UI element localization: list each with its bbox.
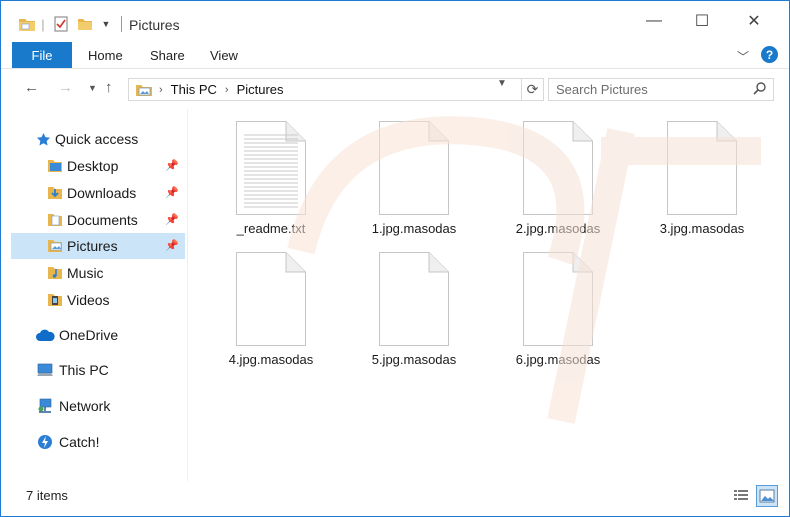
sidebar-item-label: Catch! xyxy=(59,434,100,450)
music-folder-icon xyxy=(47,265,63,281)
cloud-icon xyxy=(35,327,55,343)
tab-home[interactable]: Home xyxy=(88,48,123,63)
file-item[interactable]: 4.jpg.masodas xyxy=(201,242,341,367)
file-name: 5.jpg.masodas xyxy=(371,352,457,367)
documents-folder-icon xyxy=(47,212,63,228)
properties-icon[interactable] xyxy=(51,14,71,34)
explorer-window: | ▼ Pictures — ☐ ✕ File Home Share View … xyxy=(0,0,790,517)
file-item[interactable]: 3.jpg.masodas xyxy=(632,111,772,236)
title-separator xyxy=(121,16,122,32)
pictures-folder-icon xyxy=(47,238,63,254)
file-name: 6.jpg.masodas xyxy=(515,352,601,367)
up-arrow-icon[interactable]: ↑ xyxy=(105,79,113,96)
sidebar-item-this-pc[interactable]: This PC xyxy=(35,357,209,383)
close-button[interactable]: ✕ xyxy=(731,1,777,41)
file-name: 1.jpg.masodas xyxy=(371,221,457,236)
file-name: 4.jpg.masodas xyxy=(228,352,314,367)
navigation-row: ← → ▼ ↑ › This PC › Pictures ▼ ⟳ xyxy=(1,70,789,108)
sidebar-item-pictures[interactable]: Pictures 📌 xyxy=(11,233,185,259)
file-name: 3.jpg.masodas xyxy=(659,221,745,236)
breadcrumb-pictures[interactable]: Pictures xyxy=(237,82,284,97)
sidebar-item-label: Videos xyxy=(67,292,110,308)
sidebar-item-catch[interactable]: Catch! xyxy=(35,429,209,455)
sidebar-item-music[interactable]: Music xyxy=(11,260,185,286)
blank-document-icon xyxy=(523,121,593,215)
file-item[interactable]: 2.jpg.masodas xyxy=(488,111,628,236)
tab-view[interactable]: View xyxy=(210,48,238,63)
sidebar-item-label: OneDrive xyxy=(59,327,119,343)
blank-document-icon xyxy=(523,252,593,346)
recent-locations-chevron-icon[interactable]: ▼ xyxy=(88,83,97,93)
sidebar-item-documents[interactable]: Documents 📌 xyxy=(11,207,185,233)
catch-app-icon xyxy=(35,434,55,450)
sidebar-item-label: This PC xyxy=(59,362,109,378)
title-bar: | ▼ Pictures — ☐ ✕ xyxy=(1,1,789,41)
sidebar-item-quick-access[interactable]: Quick access xyxy=(35,126,209,152)
sidebar-item-label: Documents xyxy=(67,212,138,228)
sidebar-item-label: Pictures xyxy=(67,238,118,254)
nav-pane-divider xyxy=(187,109,188,481)
details-view-icon[interactable] xyxy=(730,485,752,507)
file-name: 2.jpg.masodas xyxy=(515,221,601,236)
sidebar-item-label: Network xyxy=(59,398,111,414)
minimize-button[interactable]: — xyxy=(631,1,677,41)
sidebar-item-label: Music xyxy=(67,265,104,281)
pin-icon: 📌 xyxy=(165,214,179,226)
file-item[interactable]: _readme.txt xyxy=(201,111,341,236)
sidebar-item-label: Downloads xyxy=(67,185,137,201)
text-document-icon xyxy=(236,121,306,215)
pin-icon: 📌 xyxy=(165,240,179,252)
blank-document-icon xyxy=(236,252,306,346)
sidebar-item-downloads[interactable]: Downloads 📌 xyxy=(11,180,185,206)
tab-file[interactable]: File xyxy=(12,42,72,68)
window-title: Pictures xyxy=(129,17,180,33)
network-icon xyxy=(35,398,55,414)
file-item[interactable]: 1.jpg.masodas xyxy=(344,111,484,236)
back-arrow-icon[interactable]: ← xyxy=(24,79,39,96)
blank-document-icon xyxy=(667,121,737,215)
expand-ribbon-chevron-icon[interactable]: ﹀ xyxy=(737,48,749,65)
address-bar[interactable]: › This PC › Pictures xyxy=(128,78,522,101)
downloads-folder-icon xyxy=(47,185,63,201)
pictures-location-icon xyxy=(135,83,153,97)
navigation-pane: Quick access Desktop 📌 Downloads 📌 Docum… xyxy=(11,119,187,479)
computer-icon xyxy=(35,362,55,378)
file-name: _readme.txt xyxy=(236,221,306,236)
new-folder-icon[interactable] xyxy=(75,14,95,34)
file-item[interactable]: 5.jpg.masodas xyxy=(344,242,484,367)
item-count: 7 items xyxy=(26,488,68,503)
file-item[interactable]: 6.jpg.masodas xyxy=(488,242,628,367)
ribbon-tabs: File Home Share View ﹀ ? xyxy=(1,42,789,69)
star-icon xyxy=(35,131,51,147)
folder-app-icon xyxy=(17,14,37,34)
breadcrumb-this-pc[interactable]: This PC xyxy=(171,82,217,97)
address-dropdown-icon[interactable]: ▼ xyxy=(497,78,507,89)
status-bar: 7 items xyxy=(1,482,789,516)
sidebar-item-desktop[interactable]: Desktop 📌 xyxy=(11,153,185,179)
sidebar-item-label: Desktop xyxy=(67,158,119,174)
sidebar-item-network[interactable]: Network xyxy=(35,393,209,419)
forward-arrow-icon[interactable]: → xyxy=(58,79,73,96)
large-icons-view-icon[interactable] xyxy=(756,485,778,507)
blank-document-icon xyxy=(379,121,449,215)
file-list: _readme.txt 1.jpg.masodas 2.jpg.masodas 3.j… xyxy=(201,111,786,481)
sidebar-item-onedrive[interactable]: OneDrive xyxy=(35,322,209,348)
breadcrumb-separator-icon: › xyxy=(224,83,229,96)
search-icon[interactable] xyxy=(753,82,766,98)
help-button[interactable]: ? xyxy=(761,46,778,63)
maximize-button[interactable]: ☐ xyxy=(679,1,725,41)
pin-icon: 📌 xyxy=(165,160,179,172)
breadcrumb-separator-icon: › xyxy=(159,83,163,96)
qa-separator: | xyxy=(41,16,45,32)
sidebar-item-label: Quick access xyxy=(55,131,139,147)
videos-folder-icon xyxy=(47,292,63,308)
blank-document-icon xyxy=(379,252,449,346)
refresh-button[interactable]: ⟳ xyxy=(522,78,544,101)
customize-quick-access-icon[interactable]: ▼ xyxy=(99,14,113,34)
tab-share[interactable]: Share xyxy=(150,48,185,63)
search-input[interactable] xyxy=(548,78,774,101)
desktop-folder-icon xyxy=(47,158,63,174)
sidebar-item-videos[interactable]: Videos xyxy=(11,287,185,313)
pin-icon: 📌 xyxy=(165,187,179,199)
